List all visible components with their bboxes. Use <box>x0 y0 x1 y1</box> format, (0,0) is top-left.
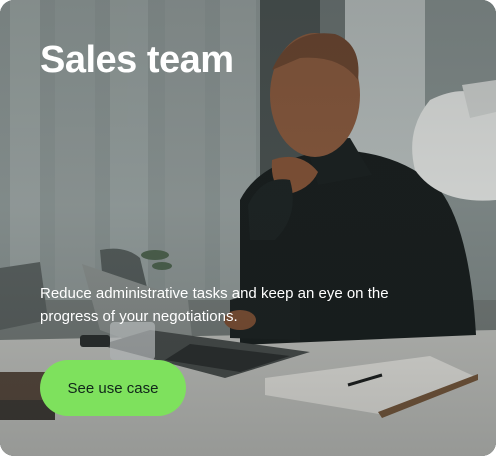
card-title: Sales team <box>40 39 234 81</box>
use-case-card: Sales team Reduce administrative tasks a… <box>0 0 496 456</box>
see-use-case-button[interactable]: See use case <box>40 360 186 416</box>
card-description: Reduce administrative tasks and keep an … <box>40 285 389 325</box>
